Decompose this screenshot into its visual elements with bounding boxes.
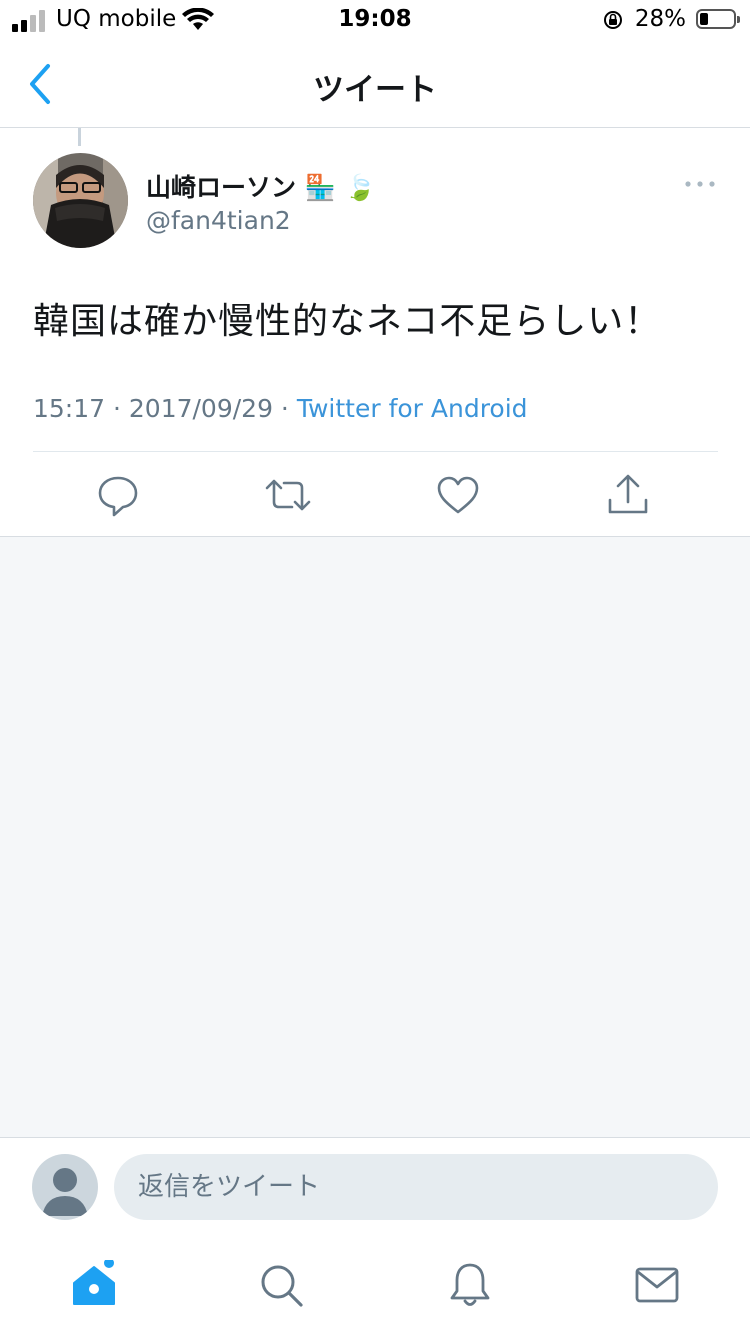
retweet-icon[interactable]: [263, 470, 313, 520]
tweet-date: 2017/09/29: [128, 394, 273, 423]
battery-percent: 28%: [634, 6, 686, 32]
page-title: ツイート: [313, 72, 437, 108]
display-name[interactable]: 山崎ローソン 🏪 🍃: [146, 168, 376, 204]
tweet-source-link[interactable]: Twitter for Android: [297, 394, 528, 423]
like-icon[interactable]: [433, 470, 483, 520]
home-icon[interactable]: [69, 1260, 119, 1310]
store-emoji-icon: 🏪: [304, 173, 336, 202]
share-icon[interactable]: [603, 470, 653, 520]
reply-icon[interactable]: [93, 470, 143, 520]
avatar[interactable]: [33, 153, 128, 248]
divider: [33, 451, 718, 452]
display-name-text: 山崎ローソン: [146, 173, 297, 202]
nav-bar: ツイート: [0, 40, 750, 128]
user-handle[interactable]: @fan4tian2: [146, 206, 291, 235]
notifications-icon[interactable]: [445, 1260, 495, 1310]
thread-connector: [78, 128, 81, 146]
reply-input[interactable]: [114, 1154, 718, 1220]
more-options-icon[interactable]: [684, 176, 716, 192]
messages-icon[interactable]: [632, 1260, 682, 1310]
search-icon[interactable]: [256, 1260, 306, 1310]
orientation-lock-icon: [604, 11, 622, 29]
default-avatar-icon: [42, 1168, 88, 1216]
battery-icon: [696, 9, 740, 29]
leaf-emoji-icon: 🍃: [344, 173, 376, 202]
tweet-text: 韓国は確か慢性的なネコ不足らしい！: [33, 301, 662, 342]
empty-replies-area: [0, 537, 750, 1137]
tweet-time: 15:17: [33, 394, 106, 423]
avatar: [32, 1154, 98, 1220]
meta-separator: ·: [105, 394, 129, 423]
status-bar: UQ mobile 19:08 28%: [0, 0, 750, 40]
tweet-meta: 15:17 · 2017/09/29 · Twitter for Android: [33, 394, 528, 423]
meta-separator: ·: [272, 394, 297, 423]
